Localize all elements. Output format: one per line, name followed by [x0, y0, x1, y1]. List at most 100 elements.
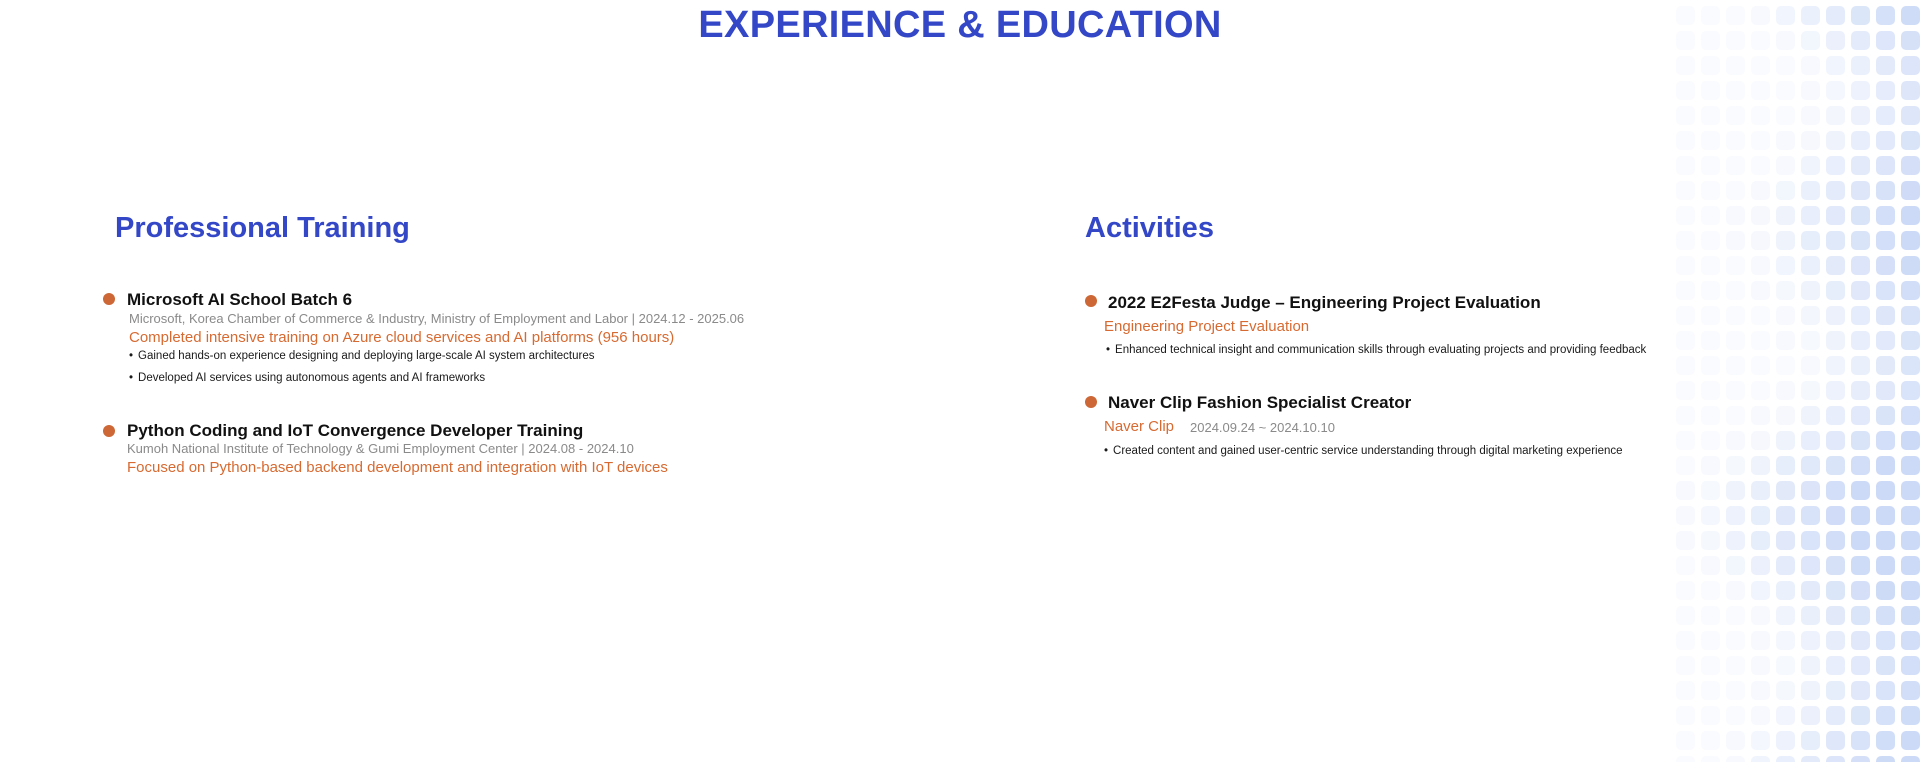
pattern-square: [1751, 456, 1770, 475]
pattern-square: [1801, 181, 1820, 200]
pattern-square: [1776, 656, 1795, 675]
pattern-square: [1801, 756, 1820, 762]
pattern-square: [1826, 456, 1845, 475]
pattern-square: [1676, 131, 1695, 150]
entry-meta: Kumoh National Institute of Technology &…: [127, 441, 634, 456]
bullet-mark: •: [1106, 344, 1111, 356]
page-title: EXPERIENCE & EDUCATION: [698, 4, 1222, 46]
pattern-square: [1801, 206, 1820, 225]
pattern-square: [1776, 606, 1795, 625]
pattern-square: [1901, 256, 1920, 275]
bullet-text: Developed AI services using autonomous a…: [138, 372, 486, 384]
pattern-square: [1826, 481, 1845, 500]
pattern-square: [1701, 356, 1720, 375]
pattern-square: [1726, 381, 1745, 400]
pattern-square: [1701, 156, 1720, 175]
pattern-square: [1876, 431, 1895, 450]
pattern-square: [1851, 281, 1870, 300]
pattern-square: [1751, 356, 1770, 375]
pattern-square: [1751, 656, 1770, 675]
pattern-square: [1701, 656, 1720, 675]
pattern-square: [1751, 131, 1770, 150]
pattern-square: [1876, 556, 1895, 575]
pattern-square: [1901, 456, 1920, 475]
entry-bullet: • Enhanced technical insight and communic…: [1106, 344, 1646, 356]
pattern-square: [1701, 631, 1720, 650]
pattern-square: [1826, 81, 1845, 100]
pattern-square: [1876, 306, 1895, 325]
pattern-square: [1726, 456, 1745, 475]
pattern-square: [1701, 506, 1720, 525]
pattern-square: [1776, 231, 1795, 250]
pattern-square: [1776, 556, 1795, 575]
pattern-square: [1776, 531, 1795, 550]
pattern-square: [1676, 731, 1695, 750]
pattern-square: [1851, 56, 1870, 75]
pattern-square: [1751, 331, 1770, 350]
pattern-square: [1826, 281, 1845, 300]
pattern-square: [1851, 656, 1870, 675]
pattern-square: [1876, 481, 1895, 500]
pattern-square: [1876, 331, 1895, 350]
pattern-square: [1676, 206, 1695, 225]
entry-title: Microsoft AI School Batch 6: [127, 290, 353, 309]
pattern-square: [1701, 131, 1720, 150]
pattern-square: [1901, 506, 1920, 525]
pattern-square: [1851, 331, 1870, 350]
pattern-square: [1676, 706, 1695, 725]
pattern-square: [1826, 331, 1845, 350]
pattern-square: [1676, 681, 1695, 700]
pattern-square: [1776, 131, 1795, 150]
pattern-square: [1701, 306, 1720, 325]
bullet-mark: •: [129, 350, 134, 362]
pattern-square: [1801, 606, 1820, 625]
pattern-square: [1801, 506, 1820, 525]
entry-bullet: • Developed AI services using autonomous …: [129, 372, 485, 384]
bullet-dot-icon: [1085, 396, 1097, 408]
pattern-square: [1851, 431, 1870, 450]
pattern-square: [1726, 631, 1745, 650]
pattern-square: [1801, 281, 1820, 300]
pattern-square: [1726, 481, 1745, 500]
pattern-square: [1851, 681, 1870, 700]
section-heading-professional-training: Professional Training: [115, 212, 410, 244]
pattern-square: [1826, 706, 1845, 725]
pattern-square: [1726, 756, 1745, 762]
pattern-square: [1851, 106, 1870, 125]
pattern-square: [1751, 181, 1770, 200]
pattern-square: [1801, 456, 1820, 475]
pattern-square: [1751, 681, 1770, 700]
pattern-square: [1776, 756, 1795, 762]
pattern-square: [1901, 556, 1920, 575]
pattern-square: [1826, 181, 1845, 200]
pattern-square: [1851, 131, 1870, 150]
pattern-square: [1776, 156, 1795, 175]
pattern-square: [1801, 656, 1820, 675]
pattern-square: [1901, 431, 1920, 450]
pattern-square: [1851, 556, 1870, 575]
pattern-square: [1876, 106, 1895, 125]
pattern-square: [1851, 256, 1870, 275]
pattern-square: [1751, 306, 1770, 325]
bullet-text: Enhanced technical insight and communica…: [1115, 344, 1647, 356]
pattern-square: [1751, 581, 1770, 600]
pattern-square: [1826, 131, 1845, 150]
pattern-square: [1801, 706, 1820, 725]
pattern-square: [1851, 206, 1870, 225]
pattern-square: [1776, 406, 1795, 425]
pattern-square: [1676, 56, 1695, 75]
pattern-square: [1701, 256, 1720, 275]
pattern-square: [1826, 156, 1845, 175]
pattern-square: [1676, 656, 1695, 675]
pattern-square: [1876, 206, 1895, 225]
pattern-square: [1901, 181, 1920, 200]
pattern-square: [1776, 356, 1795, 375]
pattern-square: [1876, 356, 1895, 375]
pattern-square: [1876, 181, 1895, 200]
pattern-square: [1776, 456, 1795, 475]
pattern-square: [1751, 631, 1770, 650]
pattern-square: [1776, 81, 1795, 100]
pattern-square: [1876, 506, 1895, 525]
pattern-square: [1751, 506, 1770, 525]
pattern-square: [1826, 231, 1845, 250]
